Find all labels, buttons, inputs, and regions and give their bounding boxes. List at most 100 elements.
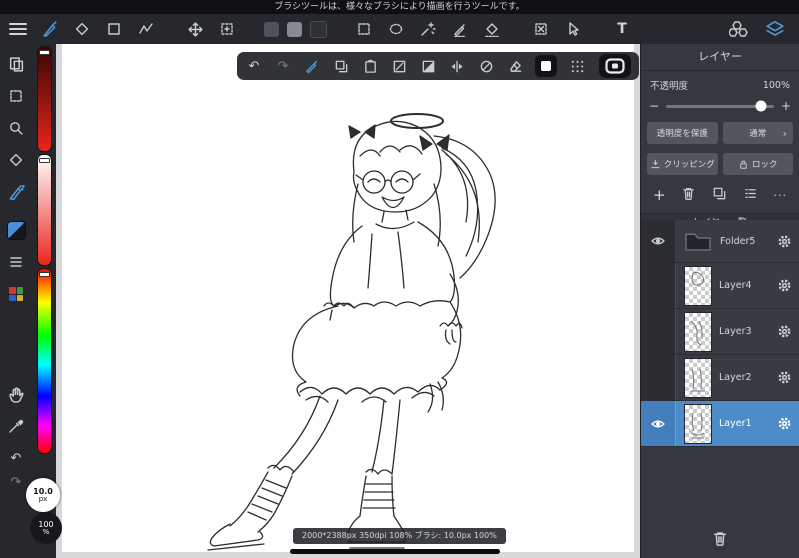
hamburger-icon xyxy=(9,23,27,35)
layer-row-layer1[interactable]: Layer1 xyxy=(641,401,799,447)
menu-button[interactable] xyxy=(6,16,30,42)
layer-thumbnail[interactable] xyxy=(684,311,712,352)
zoom-tool-button[interactable] xyxy=(1,114,31,142)
undo-icon: ↶ xyxy=(248,58,260,74)
brush-size-indicator[interactable]: 10.0 px xyxy=(26,478,60,512)
clipping-button[interactable]: クリッピング xyxy=(647,153,718,175)
slider-handle[interactable] xyxy=(39,50,50,55)
hue-slider[interactable] xyxy=(37,268,52,454)
layer-thumbnail[interactable] xyxy=(684,357,712,398)
select-pen-tool-button[interactable] xyxy=(448,16,472,42)
brush-tool-button[interactable] xyxy=(38,16,62,42)
magic-wand-tool-button[interactable] xyxy=(416,16,440,42)
grid-button[interactable] xyxy=(568,57,586,75)
rotate-lock-button[interactable] xyxy=(477,57,495,75)
eraser-sidebar-button[interactable] xyxy=(1,146,31,174)
layer-row-body[interactable]: Layer1 xyxy=(675,401,799,446)
select-rect-tool-button[interactable] xyxy=(352,16,376,42)
blend-mode-label: 通常 xyxy=(749,129,767,139)
layer-settings-button[interactable] xyxy=(773,324,795,339)
polyline-tool-button[interactable] xyxy=(134,16,158,42)
delete-layer-button[interactable] xyxy=(681,186,696,205)
opacity-slider[interactable] xyxy=(666,100,774,112)
value-gradient-slider[interactable] xyxy=(37,154,52,266)
move-tool-button[interactable] xyxy=(183,16,207,42)
layer-row-layer2[interactable]: Layer2 xyxy=(641,355,799,401)
lock-button[interactable]: ロック xyxy=(722,153,793,175)
clear-button[interactable] xyxy=(506,57,524,75)
paste-button[interactable] xyxy=(361,57,379,75)
layer-settings-button[interactable] xyxy=(773,370,795,385)
select-move-button[interactable] xyxy=(561,16,585,42)
layer-menu-button[interactable] xyxy=(743,186,758,205)
layer-row-body[interactable]: Layer2 xyxy=(675,355,799,400)
protect-alpha-button[interactable]: 透明度を保護 xyxy=(647,122,718,144)
eraser-tool-button[interactable] xyxy=(70,16,94,42)
menu-list-icon xyxy=(744,188,756,198)
drawing-canvas[interactable] xyxy=(62,44,634,552)
layer-thumbnail[interactable] xyxy=(684,265,712,306)
visibility-toggle[interactable] xyxy=(641,263,675,308)
undo-button[interactable]: ↶ xyxy=(245,57,263,75)
canvas-color-button[interactable] xyxy=(535,55,557,77)
blend-mode-button[interactable]: 通常 › xyxy=(722,122,793,144)
select-button[interactable] xyxy=(1,82,31,110)
zoom-indicator[interactable]: 100 % xyxy=(30,512,62,544)
panel-delete-button[interactable] xyxy=(712,530,729,551)
slider-handle[interactable] xyxy=(39,272,50,277)
top-toolbar: T xyxy=(0,14,799,44)
opacity-minus-button[interactable]: − xyxy=(649,99,659,113)
transparent-color-swatch[interactable] xyxy=(310,20,327,38)
select-lasso-tool-button[interactable] xyxy=(384,16,408,42)
copy-button[interactable] xyxy=(332,57,350,75)
layer-row-layer4[interactable]: Layer4 xyxy=(641,263,799,309)
transform-tool-button[interactable] xyxy=(215,16,239,42)
eyedropper-button[interactable] xyxy=(1,412,31,440)
layer-row-folder5[interactable]: Folder5 xyxy=(641,220,799,263)
deselect-button[interactable] xyxy=(529,16,553,42)
more-options-button[interactable]: ··· xyxy=(773,189,787,202)
line-tool-button[interactable] xyxy=(390,57,408,75)
palette-button[interactable] xyxy=(1,280,31,308)
layer-row-body[interactable]: Layer3 xyxy=(675,309,799,354)
visibility-toggle[interactable] xyxy=(641,309,675,354)
shape-tool-button[interactable] xyxy=(102,16,126,42)
slider-handle[interactable] xyxy=(39,158,50,163)
pages-button[interactable] xyxy=(1,50,31,78)
layer-name: Layer2 xyxy=(719,372,752,383)
text-tool-button[interactable]: T xyxy=(610,16,634,42)
visibility-toggle[interactable] xyxy=(641,401,675,446)
eye-icon xyxy=(651,420,665,427)
layer-settings-button[interactable] xyxy=(773,278,795,293)
layer-settings-button[interactable] xyxy=(773,416,795,431)
airbrush-button[interactable] xyxy=(1,178,31,206)
folder-row-body[interactable]: Folder5 xyxy=(675,220,799,262)
visibility-toggle[interactable] xyxy=(641,355,675,400)
hand-tool-button[interactable] xyxy=(1,380,31,408)
navigator-toggle-button[interactable] xyxy=(599,54,631,78)
eraser-icon xyxy=(75,22,89,36)
visibility-toggle[interactable] xyxy=(641,220,675,262)
flip-horizontal-button[interactable] xyxy=(448,57,466,75)
red-gradient-slider[interactable] xyxy=(37,46,52,152)
layers-panel-button[interactable] xyxy=(763,16,787,42)
color-panel-button[interactable] xyxy=(1,216,31,244)
background-color-swatch[interactable] xyxy=(287,21,302,37)
layer-settings-button[interactable] xyxy=(773,234,795,249)
redo-button[interactable]: ↷ xyxy=(274,57,292,75)
opacity-slider-knob[interactable] xyxy=(755,100,767,112)
select-eraser-tool-button[interactable] xyxy=(480,16,504,42)
move-icon xyxy=(187,21,203,37)
layer-list-button[interactable] xyxy=(1,248,31,276)
foreground-color-swatch[interactable] xyxy=(264,21,279,37)
edit-mode-button[interactable] xyxy=(303,57,321,75)
tone-button[interactable] xyxy=(419,57,437,75)
add-layer-button[interactable]: + xyxy=(653,186,666,204)
opacity-plus-button[interactable]: + xyxy=(781,99,791,113)
duplicate-layer-button[interactable] xyxy=(712,186,727,205)
layer-row-body[interactable]: Layer4 xyxy=(675,263,799,308)
layer-thumbnail[interactable] xyxy=(684,403,712,444)
layer-row-layer3[interactable]: Layer3 xyxy=(641,309,799,355)
materials-panel-button[interactable] xyxy=(727,16,751,42)
home-indicator[interactable] xyxy=(290,549,500,554)
